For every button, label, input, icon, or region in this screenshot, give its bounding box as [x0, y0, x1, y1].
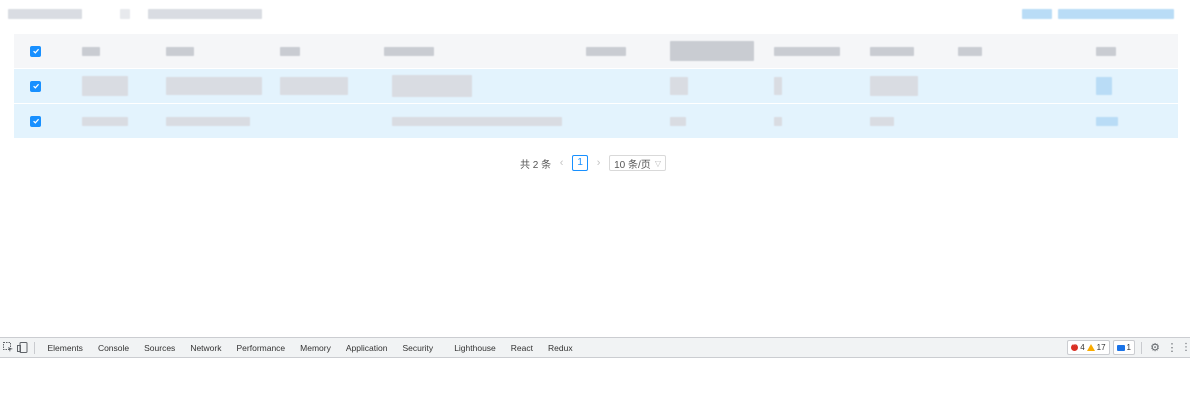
error-count: 4	[1080, 343, 1085, 352]
table-row[interactable]	[14, 68, 1178, 103]
cell-blurred	[82, 76, 128, 96]
devtools-tab-react[interactable]: React	[503, 343, 540, 353]
devtools-right-controls: 4 17 1 ⚙ ⋮ ⋮	[1067, 338, 1190, 357]
devtools-tab-performance[interactable]: Performance	[229, 343, 293, 353]
data-table	[14, 34, 1178, 138]
chevron-left-icon[interactable]: ‹	[557, 157, 566, 169]
row-checkbox[interactable]	[30, 69, 41, 103]
row-action-blurred[interactable]	[1096, 116, 1118, 126]
column-header-blurred	[82, 46, 100, 56]
more-vertical-icon[interactable]: ⋮	[1165, 341, 1179, 355]
row-checkbox[interactable]	[30, 104, 41, 138]
close-panel-icon[interactable]: ⋮	[1182, 341, 1190, 355]
cell-blurred	[166, 116, 250, 126]
cell-blurred	[280, 77, 348, 95]
pagination-page-1[interactable]: 1	[572, 155, 589, 171]
row-action-blurred[interactable]	[1096, 77, 1112, 95]
cell-blurred	[774, 77, 782, 95]
top-right-link-blurred[interactable]	[1058, 9, 1174, 19]
cell-blurred	[670, 77, 688, 95]
cell-blurred	[166, 77, 262, 95]
devtools-tab-application[interactable]: Application	[338, 343, 395, 353]
settings-gear-icon[interactable]: ⚙	[1148, 341, 1162, 355]
column-header-blurred	[870, 46, 914, 56]
checkbox-checked-icon	[30, 80, 41, 92]
devtools-tab-memory[interactable]: Memory	[293, 343, 339, 353]
page-size-value: 10 条/页	[614, 159, 651, 171]
checkbox-checked-icon	[30, 115, 41, 127]
top-right-action-blurred[interactable]	[1022, 9, 1052, 19]
devtools-tab-network[interactable]: Network	[183, 343, 229, 353]
cell-blurred	[82, 116, 128, 126]
devtools-tab-elements[interactable]: Elements	[40, 343, 90, 353]
inspect-element-icon[interactable]	[1, 341, 15, 355]
breadcrumb-current-blurred	[148, 9, 262, 19]
chevron-down-icon: ▽	[654, 158, 661, 168]
column-header-blurred	[1096, 46, 1116, 56]
issues-counter[interactable]: 4 17	[1067, 340, 1110, 355]
devtools-tab-security[interactable]: Security	[395, 343, 441, 353]
devtools-tab-redux[interactable]: Redux	[541, 343, 581, 353]
column-header-blurred	[586, 46, 626, 56]
chevron-right-icon[interactable]: ›	[594, 157, 603, 169]
column-header-blurred	[166, 46, 194, 56]
checkbox-checked-icon	[30, 45, 41, 57]
column-header-blurred	[670, 41, 754, 61]
column-header-blurred	[280, 46, 300, 56]
toolbar-divider	[34, 341, 35, 354]
cell-blurred	[870, 116, 894, 126]
devtools-tab-sources[interactable]: Sources	[137, 343, 183, 353]
warning-icon	[1086, 344, 1095, 351]
cell-blurred	[670, 116, 686, 126]
column-header-blurred	[774, 46, 840, 56]
cell-blurred	[774, 116, 782, 126]
breadcrumb-blurred	[8, 9, 82, 19]
page-size-select[interactable]: 10 条/页 ▽	[609, 155, 666, 171]
pagination-total: 共 2 条	[520, 159, 552, 171]
column-header-blurred	[958, 46, 982, 56]
message-count: 1	[1126, 343, 1131, 352]
select-all-checkbox[interactable]	[30, 34, 41, 68]
table-header-row	[14, 34, 1178, 68]
table-row[interactable]	[14, 103, 1178, 138]
warning-count: 17	[1096, 343, 1106, 352]
cell-blurred	[870, 76, 918, 96]
error-icon	[1071, 342, 1079, 351]
devtools-tab-console[interactable]: Console	[90, 343, 136, 353]
breadcrumb-separator-blurred	[120, 9, 130, 19]
devtools-toolbar: Elements Console Sources Network Perform…	[0, 337, 1190, 358]
messages-counter[interactable]: 1	[1112, 340, 1135, 355]
cell-blurred	[392, 75, 472, 97]
devtools-tab-lighthouse[interactable]: Lighthouse	[447, 343, 504, 353]
column-header-blurred	[384, 46, 434, 56]
cell-blurred	[392, 116, 562, 126]
message-icon	[1116, 344, 1125, 351]
toolbar-divider	[1141, 341, 1142, 354]
top-bar	[0, 0, 1190, 32]
pagination: 共 2 条 ‹ 1 › 10 条/页 ▽	[520, 155, 666, 171]
device-toolbar-icon[interactable]	[15, 341, 29, 355]
